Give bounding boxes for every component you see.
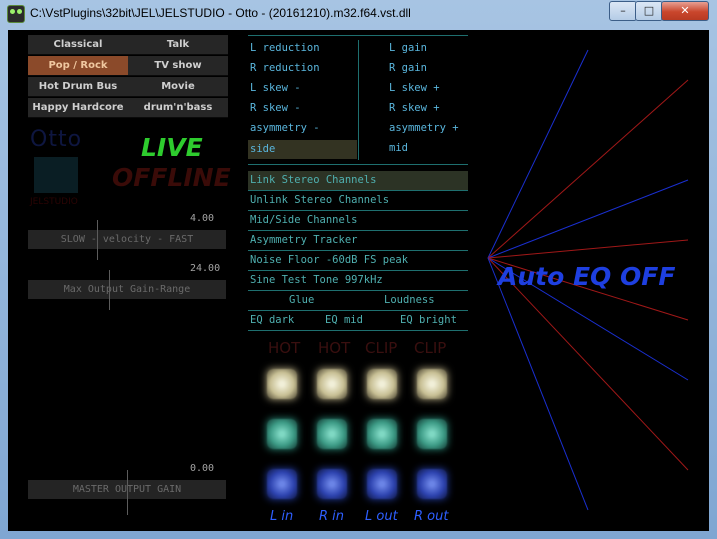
plugin-panel: Classical Talk Pop / Rock TV show Hot Dr… (8, 30, 709, 531)
preset-happy-hardcore[interactable]: Happy Hardcore (28, 98, 128, 118)
velocity-value: 4.00 (190, 213, 215, 224)
mode-asymmetry-minus[interactable]: asymmetry - (250, 122, 320, 134)
led-green-r-out (417, 419, 447, 449)
eq-dark-button[interactable]: EQ dark (250, 314, 294, 326)
mode-r-skew-plus[interactable]: R skew + (389, 102, 440, 114)
preset-talk[interactable]: Talk (128, 35, 228, 55)
eq-bright-button[interactable]: EQ bright (400, 314, 457, 326)
eq-line-red (487, 239, 689, 259)
led-white-r-in (317, 369, 347, 399)
option-mid-side[interactable]: Mid/Side Channels (248, 211, 468, 230)
gain-range-slider-handle[interactable] (109, 270, 110, 310)
mode-l-gain[interactable]: L gain (389, 42, 427, 54)
divider (248, 164, 468, 165)
mode-mid[interactable]: mid (389, 142, 408, 154)
title-bar: C:\VstPlugins\32bit\JEL\JELSTUDIO - Otto… (0, 0, 717, 26)
app-icon (7, 5, 25, 23)
led-white-l-out (367, 369, 397, 399)
preset-drum-n-bass[interactable]: drum'n'bass (128, 98, 228, 118)
preset-movie[interactable]: Movie (128, 77, 228, 97)
otto-logo: Otto JELSTUDIO (30, 127, 110, 212)
logo-block (34, 157, 78, 193)
offline-indicator: OFFLINE (112, 163, 231, 192)
mode-asymmetry-plus[interactable]: asymmetry + (389, 122, 459, 134)
mode-l-reduction[interactable]: L reduction (250, 42, 320, 54)
velocity-slider[interactable]: SLOW - velocity - FAST (28, 230, 226, 249)
led-green-r-in (317, 419, 347, 449)
master-gain-slider-handle[interactable] (127, 470, 128, 515)
logo-subtitle: JELSTUDIO (30, 197, 78, 207)
clip-indicator-l-out: CLIP (365, 339, 398, 357)
eq-line-blue (487, 179, 689, 259)
master-gain-value: 0.00 (190, 463, 215, 474)
led-blue-l-out (367, 469, 397, 499)
led-green-l-out (367, 419, 397, 449)
window-title: C:\VstPlugins\32bit\JEL\JELSTUDIO - Otto… (30, 6, 411, 20)
divider (248, 290, 468, 291)
channel-label-r-in: R in (319, 509, 345, 524)
mode-r-reduction[interactable]: R reduction (250, 62, 320, 74)
hot-indicator-l-in: HOT (268, 339, 301, 357)
gain-range-slider[interactable]: Max Output Gain-Range (28, 280, 226, 299)
led-white-l-in (267, 369, 297, 399)
option-unlink-stereo[interactable]: Unlink Stereo Channels (248, 191, 468, 210)
hot-indicator-r-in: HOT (318, 339, 351, 357)
gain-range-value: 24.00 (190, 263, 221, 274)
led-blue-r-out (417, 469, 447, 499)
logo-name: Otto (30, 127, 83, 152)
channel-label-r-out: R out (414, 509, 449, 524)
option-link-stereo[interactable]: Link Stereo Channels (248, 171, 468, 190)
mode-r-skew-minus[interactable]: R skew - (250, 102, 301, 114)
channel-label-l-in: L in (270, 509, 294, 524)
mode-side[interactable]: side (248, 140, 357, 159)
option-sine-test[interactable]: Sine Test Tone 997kHz (248, 271, 468, 290)
divider (358, 40, 359, 160)
maximize-button[interactable]: □ (635, 1, 663, 21)
divider (248, 310, 468, 311)
led-blue-l-in (267, 469, 297, 499)
mode-l-skew-minus[interactable]: L skew - (250, 82, 301, 94)
auto-eq-status[interactable]: Auto EQ OFF (498, 262, 675, 291)
loudness-button[interactable]: Loudness (384, 294, 435, 306)
led-blue-r-in (317, 469, 347, 499)
divider (248, 35, 468, 36)
glue-button[interactable]: Glue (289, 294, 314, 306)
eq-line-blue (487, 257, 589, 511)
led-green-l-in (267, 419, 297, 449)
minimize-button[interactable]: – (609, 1, 637, 21)
eq-mid-button[interactable]: EQ mid (325, 314, 363, 326)
velocity-slider-handle[interactable] (97, 220, 98, 260)
close-button[interactable]: ✕ (661, 1, 709, 21)
channel-label-l-out: L out (365, 509, 398, 524)
option-asymmetry-tracker[interactable]: Asymmetry Tracker (248, 231, 468, 250)
plugin-window: C:\VstPlugins\32bit\JEL\JELSTUDIO - Otto… (0, 0, 717, 539)
divider (248, 330, 468, 331)
mode-r-gain[interactable]: R gain (389, 62, 427, 74)
eq-line-blue (487, 49, 589, 259)
mode-l-skew-plus[interactable]: L skew + (389, 82, 440, 94)
preset-pop-rock[interactable]: Pop / Rock (28, 56, 128, 76)
option-noise-floor[interactable]: Noise Floor -60dB FS peak (248, 251, 468, 270)
preset-classical[interactable]: Classical (28, 35, 128, 55)
preset-tv-show[interactable]: TV show (128, 56, 228, 76)
live-indicator: LIVE (141, 133, 203, 162)
led-white-r-out (417, 369, 447, 399)
eq-line-red (487, 79, 689, 259)
preset-hot-drum-bus[interactable]: Hot Drum Bus (28, 77, 128, 97)
clip-indicator-r-out: CLIP (414, 339, 447, 357)
